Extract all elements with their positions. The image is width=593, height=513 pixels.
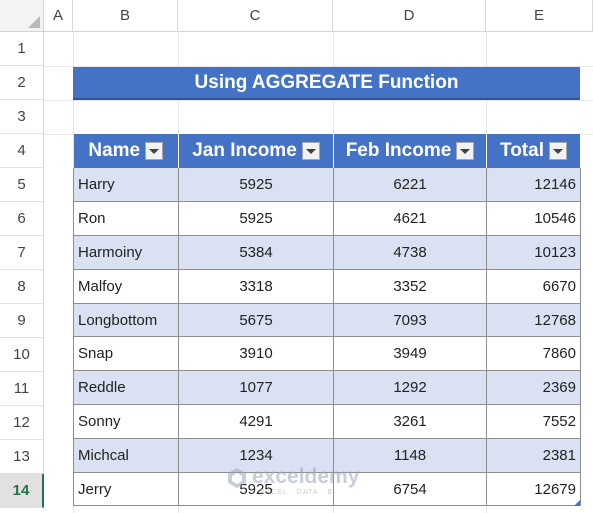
cell-name[interactable]: Michcal [73,438,179,473]
cell-name[interactable]: Ron [73,201,179,237]
header-jan-income[interactable]: Jan Income [178,134,334,168]
cell-total[interactable]: 7860 [486,336,581,372]
cell-feb-income[interactable]: 4621 [333,201,487,237]
cell-jan-income[interactable]: 5925 [178,168,334,203]
cell-total[interactable]: 2381 [486,438,581,473]
cell-total[interactable]: 2369 [486,370,581,406]
cell-name[interactable]: Malfoy [73,269,179,304]
select-all-corner[interactable] [0,0,44,32]
row-header-10[interactable]: 10 [0,338,44,372]
cell-name[interactable]: Jerry [73,472,179,507]
cell-feb-income[interactable]: 4738 [333,235,487,270]
header-label: Total [500,140,544,161]
select-all-icon [28,16,40,28]
row-header-1[interactable]: 1 [0,32,44,66]
cell-total[interactable]: 6670 [486,269,581,304]
row-header-14[interactable]: 14 [0,474,44,508]
row-header-7[interactable]: 7 [0,236,44,270]
header-label: Name [88,140,141,161]
column-header-d[interactable]: D [333,0,486,32]
row-header-2[interactable]: 2 [0,66,44,100]
cell-jan-income[interactable]: 5925 [178,472,334,507]
chevron-down-icon [552,148,563,154]
table-row: Michcal 1234 1148 2381 [73,438,581,473]
row-header-3[interactable]: 3 [0,100,44,134]
table-row: Jerry 5925 6754 12679 [73,472,581,507]
cell-feb-income[interactable]: 1148 [333,438,487,473]
column-header-a[interactable]: A [44,0,73,32]
cell-feb-income[interactable]: 3949 [333,336,487,372]
cell-jan-income[interactable]: 3910 [178,336,334,372]
column-header-c[interactable]: C [178,0,333,32]
header-label: Jan Income [192,140,297,161]
cell-name[interactable]: Reddle [73,370,179,406]
table-row: Snap 3910 3949 7860 [73,336,581,372]
cell-feb-income[interactable]: 3261 [333,404,487,439]
cell-feb-income[interactable]: 7093 [333,303,487,338]
cell-name[interactable]: Sonny [73,404,179,439]
filter-dropdown-button[interactable] [456,142,475,160]
header-label: Feb Income [345,140,452,161]
filter-dropdown-button[interactable] [548,142,567,160]
gridline [44,100,593,101]
sheet-title[interactable]: Using AGGREGATE Function [73,67,580,100]
cell-total[interactable]: 10546 [486,201,581,237]
column-header-b[interactable]: B [73,0,178,32]
row-header-11[interactable]: 11 [0,372,44,406]
table-row: Harmoiny 5384 4738 10123 [73,235,581,270]
filter-dropdown-button[interactable] [301,142,320,160]
chevron-down-icon [460,148,471,154]
cell-jan-income[interactable]: 4291 [178,404,334,439]
row-header-8[interactable]: 8 [0,270,44,304]
cell-feb-income[interactable]: 6221 [333,168,487,203]
chevron-down-icon [305,148,316,154]
cell-name[interactable]: Snap [73,336,179,372]
cell-jan-income[interactable]: 5675 [178,303,334,338]
row-header-9[interactable]: 9 [0,304,44,338]
cell-jan-income[interactable]: 1077 [178,370,334,406]
filter-dropdown-button[interactable] [145,142,164,160]
cell-name[interactable]: Harry [73,168,179,203]
row-header-6[interactable]: 6 [0,202,44,236]
header-feb-income[interactable]: Feb Income [333,134,487,168]
row-header-13[interactable]: 13 [0,440,44,474]
cell-total[interactable]: 7552 [486,404,581,439]
row-header-12[interactable]: 12 [0,406,44,440]
cell-name[interactable]: Longbottom [73,303,179,338]
table-resize-handle[interactable] [574,500,580,506]
cell-total[interactable]: 12146 [486,168,581,203]
table-row: Harry 5925 6221 12146 [73,168,581,203]
table-row: Ron 5925 4621 10546 [73,201,581,237]
row-header-5[interactable]: 5 [0,168,44,202]
table-row: Longbottom 5675 7093 12768 [73,303,581,338]
cell-jan-income[interactable]: 5384 [178,235,334,270]
row-header-4[interactable]: 4 [0,134,44,168]
cell-name[interactable]: Harmoiny [73,235,179,270]
table-row: Reddle 1077 1292 2369 [73,370,581,406]
cell-feb-income[interactable]: 6754 [333,472,487,507]
cell-jan-income[interactable]: 3318 [178,269,334,304]
header-total[interactable]: Total [486,134,581,168]
cell-jan-income[interactable]: 5925 [178,201,334,237]
table-row: Sonny 4291 3261 7552 [73,404,581,439]
table-row: Malfoy 3318 3352 6670 [73,269,581,304]
chevron-down-icon [149,148,160,154]
cell-total[interactable]: 10123 [486,235,581,270]
cell-feb-income[interactable]: 1292 [333,370,487,406]
cell-feb-income[interactable]: 3352 [333,269,487,304]
cell-jan-income[interactable]: 1234 [178,438,334,473]
column-header-e[interactable]: E [486,0,593,32]
cell-total[interactable]: 12768 [486,303,581,338]
header-name[interactable]: Name [73,134,179,168]
income-table: Name Jan Income Feb Income Total Harry 5… [73,134,581,507]
cell-total[interactable]: 12679 [486,472,581,507]
